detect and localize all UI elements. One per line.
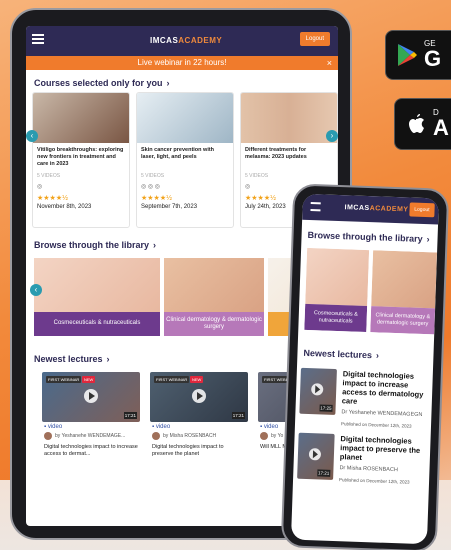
course-card[interactable]: Vitiligo breakthroughs: exploring new fr… <box>32 92 130 228</box>
library-card-label: Cosmeceuticals & nutraceuticals <box>304 303 368 333</box>
course-card[interactable]: Skin cancer prevention with laser, light… <box>136 92 234 228</box>
flag-icon: ▪ <box>44 424 47 430</box>
lecture-card[interactable]: FIRST WEBINAR NEW 17:21 ▪ video by Misha… <box>150 372 248 490</box>
lecture-thumbnail: FIRST WEBINAR NEW 17:21 <box>150 372 248 422</box>
library-card[interactable]: Cosmeceuticals & nutraceuticals <box>304 247 370 333</box>
chevron-right-icon: › <box>153 240 157 250</box>
app-store-badge[interactable]: D A <box>394 98 451 150</box>
webinar-banner[interactable]: Live webinar in 22 hours! × <box>26 56 338 70</box>
chevron-right-icon: › <box>166 78 170 88</box>
video-label: ▪ video <box>152 424 171 430</box>
rating-stars: ★★★★½ <box>141 195 172 202</box>
course-videos-count: 5 VIDEOS <box>245 173 269 179</box>
library-card[interactable]: Clinical dermatology & dermatologic surg… <box>164 258 264 336</box>
carousel-next-arrow[interactable]: › <box>326 130 338 142</box>
course-title: Vitiligo breakthroughs: exploring new fr… <box>37 147 124 167</box>
logo[interactable]: IMCASACADEMY <box>150 36 222 45</box>
google-play-big-text: G <box>424 46 442 71</box>
lecture-card[interactable]: FIRST WEBINAR NEW 17:21 ▪ video by Yesha… <box>42 372 140 490</box>
lecture-title: Digital technologies impact to preserve … <box>152 444 224 457</box>
courses-carousel: Vitiligo breakthroughs: exploring new fr… <box>26 92 338 232</box>
courses-section-title[interactable]: Courses selected only for you › <box>26 70 338 92</box>
first-webinar-badge: FIRST WEBINAR <box>154 376 190 383</box>
chevron-right-icon: › <box>375 350 380 361</box>
lecture-author: by Yeshanehe WENDEMAGE... <box>42 430 140 440</box>
chevron-right-icon: › <box>106 354 110 364</box>
library-carousel: Cosmeceuticals & nutraceuticals Clinical… <box>298 244 438 343</box>
course-videos-count: 5 VIDEOS <box>37 173 61 179</box>
top-nav-bar: IMCASACADEMY Logout <box>26 26 338 56</box>
lecture-thumbnail: FIRST WEBINAR NEW 17:21 <box>42 372 140 422</box>
play-icon[interactable] <box>192 389 206 403</box>
lecture-author: by Misha ROSENBACH <box>150 430 248 440</box>
phone-device: IMCASACADEMY Logout Browse through the l… <box>280 183 450 550</box>
video-duration: 17:21 <box>231 412 245 419</box>
video-duration: 17:21 <box>316 469 331 477</box>
library-image <box>371 250 438 309</box>
course-videos-count: 5 VIDEOS <box>141 173 165 179</box>
first-webinar-badge: FIRST WEBINAR <box>46 376 82 383</box>
library-image <box>305 247 370 307</box>
play-icon[interactable] <box>308 448 322 461</box>
lecture-date: Published on December 12th, 2023 <box>338 477 410 485</box>
library-card[interactable]: Clinical dermatology & dermatologic surg… <box>370 250 438 335</box>
logout-button[interactable]: Logout <box>409 202 435 218</box>
flag-icon: ▪ <box>260 424 263 430</box>
lecture-thumbnail: 17:25 <box>299 367 337 415</box>
course-date: September 7th, 2023 <box>141 204 198 210</box>
course-date: November 8th, 2023 <box>37 204 92 210</box>
app-store-big-text: A <box>433 115 449 140</box>
library-card-label: Clinical dermatology & dermatologic surg… <box>370 306 436 335</box>
phone-nav-bar: IMCASACADEMY Logout <box>302 193 439 225</box>
video-duration: 17:25 <box>319 404 333 412</box>
phone-screen: IMCASACADEMY Logout Browse through the l… <box>290 193 439 545</box>
logout-button[interactable]: Logout <box>299 32 330 46</box>
language-flag-icon: ◎ <box>37 184 43 190</box>
flag-icon: ▪ <box>152 424 155 430</box>
course-title: Different treatments for melasma: 2023 u… <box>245 147 307 160</box>
avatar <box>152 432 160 440</box>
language-flag-icon: ◎ ◎ ◎ <box>141 184 161 190</box>
library-image <box>164 258 264 312</box>
rating-stars: ★★★★½ <box>37 195 68 202</box>
lecture-list-item[interactable]: 17:25 Digital technologies impact to inc… <box>295 362 433 432</box>
course-image <box>137 93 233 143</box>
video-label: ▪ video <box>44 424 63 430</box>
webinar-banner-text: Live webinar in 22 hours! <box>137 58 227 67</box>
google-play-icon <box>398 44 417 66</box>
chevron-right-icon: › <box>426 234 430 245</box>
course-image <box>33 93 129 143</box>
library-card-label: Clinical dermatology & dermatologic surg… <box>164 312 264 336</box>
avatar <box>44 432 52 440</box>
new-badge: NEW <box>190 376 204 383</box>
library-card[interactable]: Cosmeceuticals & nutraceuticals <box>34 258 160 336</box>
lecture-thumbnail: 17:21 <box>297 432 335 480</box>
library-card-label: Cosmeceuticals & nutraceuticals <box>34 312 160 336</box>
library-image <box>34 258 160 312</box>
apple-icon <box>409 114 424 133</box>
avatar <box>260 432 268 440</box>
lecture-list-item[interactable]: 17:21 Digital technologies impact to pre… <box>293 427 431 488</box>
carousel-prev-arrow[interactable]: ‹ <box>30 284 42 296</box>
video-duration: 17:21 <box>123 412 137 419</box>
menu-icon[interactable] <box>32 34 44 44</box>
lecture-title: Digital technologies impact to increase … <box>341 369 424 406</box>
carousel-prev-arrow[interactable]: ‹ <box>26 130 38 142</box>
close-icon[interactable]: × <box>327 56 332 70</box>
logo[interactable]: IMCASACADEMY <box>344 204 408 213</box>
play-icon[interactable] <box>311 383 324 396</box>
course-title: Skin cancer prevention with laser, light… <box>141 147 215 160</box>
play-icon[interactable] <box>84 389 98 403</box>
google-play-badge[interactable]: GE G <box>385 30 451 80</box>
course-image <box>241 93 337 143</box>
new-badge: NEW <box>82 376 96 383</box>
lecture-title: Digital technologies impact to increase … <box>44 444 138 457</box>
lecture-title: Digital technologies impact to preserve … <box>339 434 421 462</box>
menu-icon[interactable] <box>310 202 321 212</box>
